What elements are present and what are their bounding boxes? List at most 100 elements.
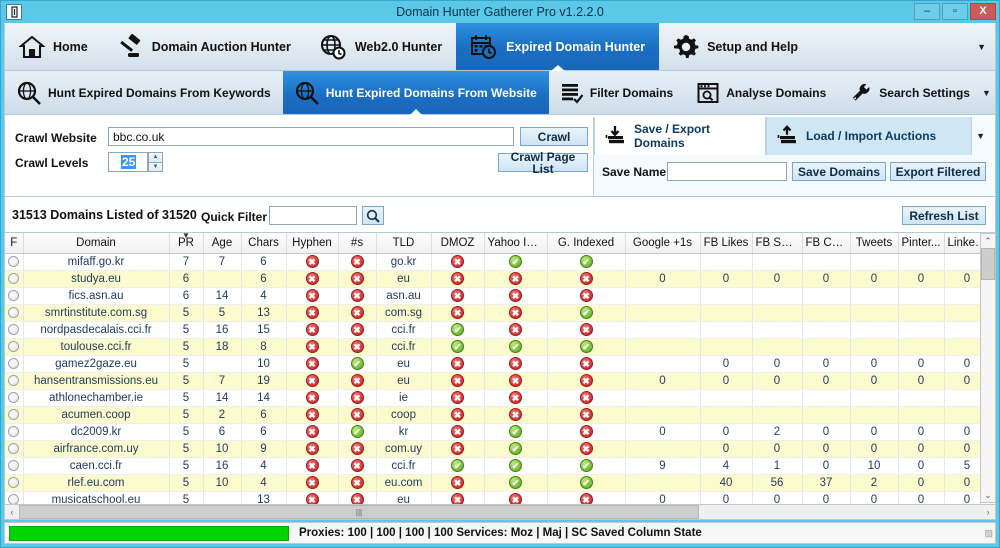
column-header-yahoo[interactable]: Yahoo Ind...	[484, 233, 547, 253]
quick-filter-input[interactable]	[269, 206, 357, 225]
crawl-button[interactable]: Crawl	[520, 127, 588, 146]
radio-icon[interactable]	[8, 375, 19, 386]
close-button[interactable]: X	[970, 3, 996, 20]
table-row[interactable]: mifaff.go.kr776✖✖go.kr✖✔✔28013	[5, 253, 996, 270]
cell-domain[interactable]: hansentransmissions.eu	[23, 372, 169, 389]
subtab-filter-domains[interactable]: Filter Domains	[549, 71, 685, 114]
column-header-fbshares[interactable]: FB Sha...	[752, 233, 802, 253]
row-select-radio[interactable]	[5, 321, 23, 338]
subtab-hunt-from-keywords[interactable]: Hunt Expired Domains From Keywords	[5, 71, 283, 114]
tab-save-export-domains[interactable]: Save / Export Domains	[594, 117, 766, 155]
radio-icon[interactable]	[8, 358, 19, 369]
cell-domain[interactable]: acumen.coop	[23, 406, 169, 423]
row-select-radio[interactable]	[5, 338, 23, 355]
save-domains-button[interactable]: Save Domains	[792, 162, 886, 181]
table-row[interactable]: rlef.eu.com5104✖✖eu.com✖✔✔40563720037992	[5, 474, 996, 491]
grid-horizontal-scrollbar[interactable]: ‹ ||| ›	[4, 504, 996, 520]
column-header-pr[interactable]: ▼PR	[169, 233, 203, 253]
row-select-radio[interactable]	[5, 423, 23, 440]
radio-icon[interactable]	[8, 392, 19, 403]
table-row[interactable]: athlonechamber.ie51414✖✖ie✖✖✖54	[5, 389, 996, 406]
cell-domain[interactable]: mifaff.go.kr	[23, 253, 169, 270]
table-row[interactable]: hansentransmissions.eu5719✖✖eu✖✖✖0000000…	[5, 372, 996, 389]
radio-icon[interactable]	[8, 273, 19, 284]
column-header-gplus[interactable]: Google +1s	[625, 233, 700, 253]
scroll-up-icon[interactable]: ⌃	[984, 234, 992, 248]
column-header-fblikes[interactable]: FB Likes	[700, 233, 752, 253]
row-select-radio[interactable]	[5, 287, 23, 304]
minimize-button[interactable]: –	[914, 3, 940, 20]
table-row[interactable]: dc2009.kr566✖✔kr✖✔✖0020000265	[5, 423, 996, 440]
tab-load-import-auctions[interactable]: Load / Import Auctions	[766, 117, 972, 155]
column-header-fbcomm[interactable]: FB Co...	[802, 233, 850, 253]
column-header-gindexed[interactable]: G. Indexed	[547, 233, 625, 253]
cell-domain[interactable]: fics.asn.au	[23, 287, 169, 304]
scroll-left-icon[interactable]: ‹	[5, 507, 19, 517]
column-header-domain[interactable]: Domain	[23, 233, 169, 253]
column-header-age[interactable]: Age	[203, 233, 241, 253]
column-header-dmoz[interactable]: DMOZ	[431, 233, 484, 253]
table-row[interactable]: gamez2gaze.eu510✖✔eu✖✖✖0000004183	[5, 355, 996, 372]
subribbon-overflow-chevron-down-icon[interactable]: ▼	[982, 71, 1000, 114]
cell-domain[interactable]: smrtinstitute.com.sg	[23, 304, 169, 321]
row-select-radio[interactable]	[5, 270, 23, 287]
subtab-search-settings[interactable]: Search Settings	[838, 71, 982, 114]
row-select-radio[interactable]	[5, 253, 23, 270]
column-header-hyphen[interactable]: Hyphen	[286, 233, 338, 253]
radio-icon[interactable]	[8, 341, 19, 352]
table-row[interactable]: studya.eu66✖✖eu✖✖✖00000004183	[5, 270, 996, 287]
cell-domain[interactable]: athlonechamber.ie	[23, 389, 169, 406]
row-select-radio[interactable]	[5, 474, 23, 491]
ribbon-item-expired-domain-hunter[interactable]: Expired Domain Hunter	[456, 23, 659, 70]
cell-domain[interactable]: airfrance.com.uy	[23, 440, 169, 457]
ribbon-item-setup-and-help[interactable]: Setup and Help	[659, 23, 812, 70]
row-select-radio[interactable]	[5, 355, 23, 372]
domains-grid[interactable]: FDomain▼PRAgeCharsHyphen#sTLDDMOZYahoo I…	[4, 233, 996, 519]
radio-icon[interactable]	[8, 307, 19, 318]
table-row[interactable]: acumen.coop526✖✖coop✖✖✖0	[5, 406, 996, 423]
column-header-chars[interactable]: Chars	[241, 233, 286, 253]
row-select-radio[interactable]	[5, 406, 23, 423]
cell-domain[interactable]: caen.cci.fr	[23, 457, 169, 474]
table-row[interactable]: smrtinstitute.com.sg5513✖✖com.sg✖✖✔133	[5, 304, 996, 321]
row-select-radio[interactable]	[5, 304, 23, 321]
ribbon-overflow-chevron-down-icon[interactable]: ▼	[977, 23, 995, 70]
grid-vertical-scrollbar[interactable]: ⌃ ⌄	[980, 233, 996, 503]
radio-icon[interactable]	[8, 409, 19, 420]
table-row[interactable]: nordpasdecalais.cci.fr51615✖✖cci.fr✔✖✖28…	[5, 321, 996, 338]
cell-domain[interactable]: nordpasdecalais.cci.fr	[23, 321, 169, 338]
radio-icon[interactable]	[8, 426, 19, 437]
save-name-input[interactable]	[667, 162, 787, 181]
row-select-radio[interactable]	[5, 389, 23, 406]
column-header-tweets[interactable]: Tweets	[850, 233, 898, 253]
refresh-list-button[interactable]: Refresh List	[902, 206, 986, 225]
radio-icon[interactable]	[8, 324, 19, 335]
quick-filter-search-button[interactable]	[362, 206, 384, 225]
crawl-levels-input[interactable]: 25	[108, 152, 148, 172]
table-row[interactable]: caen.cci.fr5164✖✖cci.fr✔✔✔9410100513523	[5, 457, 996, 474]
cell-domain[interactable]: studya.eu	[23, 270, 169, 287]
maximize-button[interactable]: ▫	[942, 3, 968, 20]
row-select-radio[interactable]	[5, 457, 23, 474]
scroll-right-icon[interactable]: ›	[981, 507, 995, 517]
radio-icon[interactable]	[8, 477, 19, 488]
radio-icon[interactable]	[8, 460, 19, 471]
table-row[interactable]: fics.asn.au6144✖✖asn.au✖✖✖19	[5, 287, 996, 304]
subtab-hunt-from-website[interactable]: Hunt Expired Domains From Website	[283, 71, 549, 114]
vertical-scroll-thumb[interactable]	[981, 248, 995, 280]
table-row[interactable]: toulouse.cci.fr5188✖✖cci.fr✔✔✔11143	[5, 338, 996, 355]
subtab-analyse-domains[interactable]: Analyse Domains	[685, 71, 838, 114]
cell-domain[interactable]: toulouse.cci.fr	[23, 338, 169, 355]
stepper-down-icon[interactable]: ▼	[148, 163, 163, 173]
row-select-radio[interactable]	[5, 440, 23, 457]
crawl-page-list-button[interactable]: Crawl Page List	[498, 153, 588, 172]
ribbon-item-home[interactable]: Home	[5, 23, 102, 70]
radio-icon[interactable]	[8, 443, 19, 454]
export-filtered-button[interactable]: Export Filtered	[890, 162, 986, 181]
save-panel-chevron-down-icon[interactable]: ▼	[976, 131, 985, 141]
cell-domain[interactable]: dc2009.kr	[23, 423, 169, 440]
column-header-numbers[interactable]: #s	[338, 233, 376, 253]
crawl-website-input[interactable]	[108, 127, 514, 146]
cell-domain[interactable]: rlef.eu.com	[23, 474, 169, 491]
horizontal-scroll-thumb[interactable]: |||	[19, 505, 699, 519]
